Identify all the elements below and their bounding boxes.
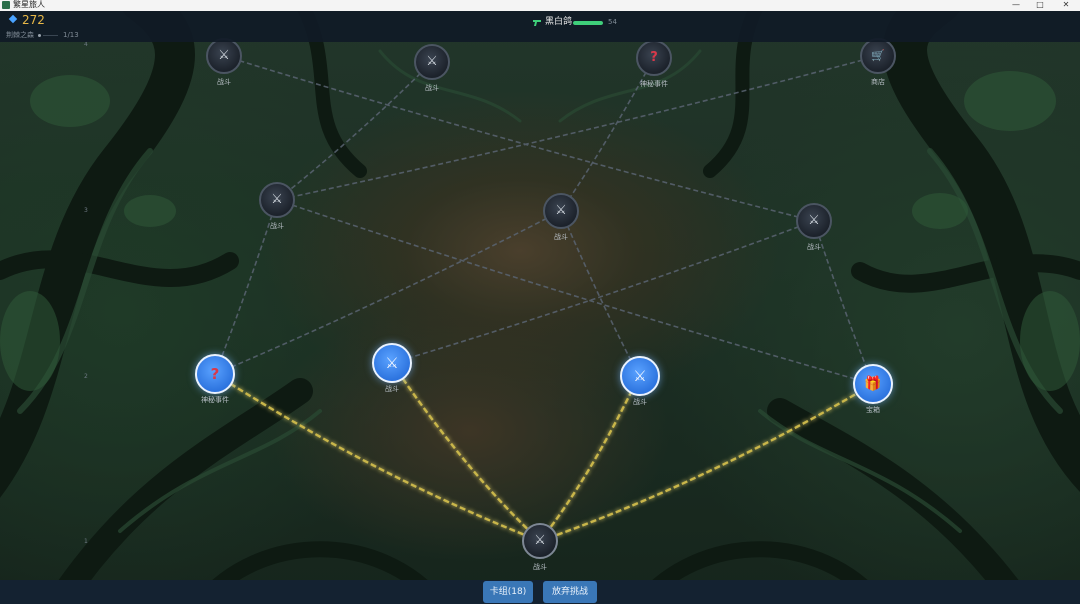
app-logo-icon xyxy=(2,1,10,9)
maximize-button[interactable]: □ xyxy=(1028,0,1052,10)
node-label: 战斗 xyxy=(807,243,821,251)
node-label: 战斗 xyxy=(217,78,231,86)
map-node-current-battle: ⚔ xyxy=(522,523,558,559)
crossed-swords-icon: ⚔ xyxy=(555,203,567,218)
row-marker: 1 xyxy=(84,538,88,545)
stage-progress-dot xyxy=(38,34,41,37)
node-label: 宝箱 xyxy=(866,406,880,414)
window-title: 繁星旅人 xyxy=(13,0,45,9)
player-name: 黑白鸽 xyxy=(545,17,573,27)
map-path-link xyxy=(223,55,815,222)
abandon-challenge-button[interactable]: 放弃挑战 xyxy=(543,581,597,603)
row-marker: 4 xyxy=(84,41,88,48)
shopping-cart-icon: 🛒 xyxy=(871,49,885,62)
deck-button[interactable]: 卡组(18) xyxy=(483,581,533,603)
map-path-link xyxy=(276,55,879,201)
crossed-swords-icon: ⚔ xyxy=(534,533,546,548)
node-label: 战斗 xyxy=(385,385,399,393)
crossed-swords-icon: ⚔ xyxy=(385,354,399,372)
hp-value: 54 xyxy=(608,18,617,26)
map-node-battle[interactable]: ⚔ xyxy=(543,193,579,229)
row-marker: 2 xyxy=(84,373,88,380)
crossed-swords-icon: ⚔ xyxy=(218,48,230,63)
forest-background xyxy=(0,11,1080,604)
hp-bar-fill xyxy=(573,21,603,25)
map-node-battle[interactable]: ⚔ xyxy=(414,44,450,80)
stage-progress: 1/13 xyxy=(63,31,79,39)
node-label: 神秘事件 xyxy=(201,396,229,404)
stage-progress-track xyxy=(43,35,58,36)
map-area: 4 3 2 1 ⚔ 战斗 ⚔ 战斗 ? 神秘事件 🛒 商店 ⚔ 战斗 ⚔ 战斗 … xyxy=(0,11,1080,604)
minimize-button[interactable]: — xyxy=(1004,0,1028,10)
map-node-battle[interactable]: ⚔ xyxy=(620,356,660,396)
stage-name: 荆棘之森 xyxy=(6,31,34,39)
top-hud: 272 荆棘之森 1/13 黑白鸽 54 xyxy=(0,11,1080,42)
crossed-swords-icon: ⚔ xyxy=(633,367,647,385)
question-mark-icon: ? xyxy=(650,50,658,65)
map-path-link xyxy=(276,61,433,201)
gem-icon xyxy=(8,14,18,24)
node-label: 战斗 xyxy=(533,563,547,571)
map-node-battle[interactable]: ⚔ xyxy=(259,182,295,218)
map-node-mystery[interactable]: ? xyxy=(195,354,235,394)
node-label: 战斗 xyxy=(633,398,647,406)
map-node-battle[interactable]: ⚔ xyxy=(206,38,242,74)
node-label: 神秘事件 xyxy=(640,80,668,88)
map-path-link xyxy=(391,220,815,364)
node-label: 战斗 xyxy=(554,233,568,241)
map-node-battle[interactable]: ⚔ xyxy=(796,203,832,239)
hp-bar xyxy=(573,21,603,25)
gift-box-icon: 🎁 xyxy=(864,376,882,392)
pistol-icon xyxy=(533,20,541,26)
map-node-mystery[interactable]: ? xyxy=(636,40,672,76)
gold-count: 272 xyxy=(22,13,45,27)
close-button[interactable]: ✕ xyxy=(1054,0,1078,10)
bottom-bar xyxy=(0,580,1080,604)
node-label: 战斗 xyxy=(270,222,284,230)
crossed-swords-icon: ⚔ xyxy=(426,54,438,69)
map-path-link xyxy=(214,372,541,543)
row-marker: 3 xyxy=(84,207,88,214)
node-label: 战斗 xyxy=(425,84,439,92)
map-node-treasure[interactable]: 🎁 xyxy=(853,364,893,404)
map-node-battle[interactable]: ⚔ xyxy=(372,343,412,383)
question-mark-icon: ? xyxy=(210,365,220,383)
map-path-link xyxy=(539,382,874,543)
node-label: 商店 xyxy=(871,78,885,86)
crossed-swords-icon: ⚔ xyxy=(271,192,283,207)
map-node-shop[interactable]: 🛒 xyxy=(860,38,896,74)
map-path-link xyxy=(276,199,874,385)
crossed-swords-icon: ⚔ xyxy=(808,213,820,228)
